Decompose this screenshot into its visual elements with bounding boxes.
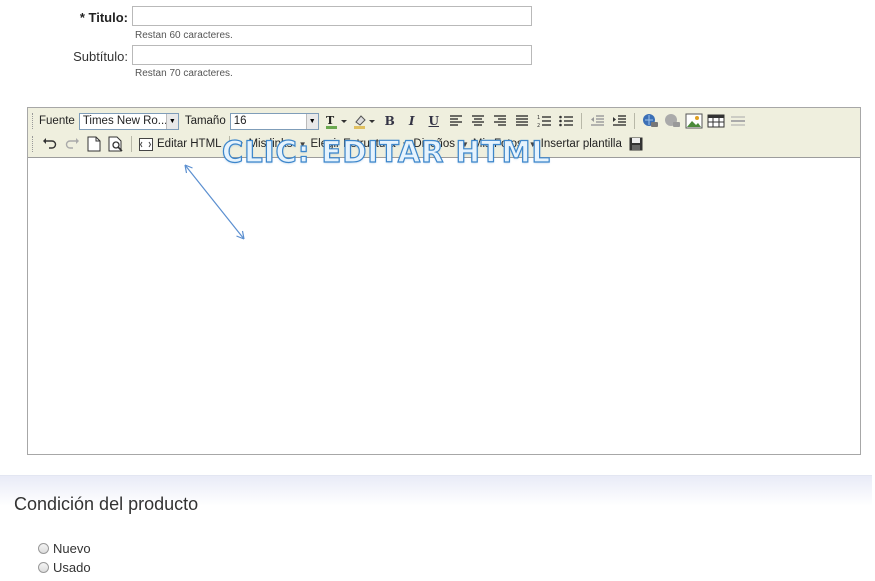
toolbar-separator bbox=[633, 113, 635, 129]
radio-new[interactable] bbox=[38, 543, 49, 554]
indent-icon[interactable] bbox=[610, 112, 628, 130]
chevron-down-icon[interactable]: ▼ bbox=[305, 113, 318, 129]
table-icon[interactable] bbox=[707, 112, 725, 130]
font-select[interactable]: Times New Ro... ▼ bbox=[78, 112, 179, 130]
horizontal-rule-icon[interactable] bbox=[729, 112, 747, 130]
radio-new-label: Nuevo bbox=[53, 541, 91, 556]
subtitle-input[interactable] bbox=[132, 45, 532, 65]
annotation-arrow bbox=[184, 164, 245, 240]
toolbar-grip[interactable] bbox=[32, 113, 35, 129]
svg-text:2: 2 bbox=[537, 123, 540, 128]
radio-used-label: Usado bbox=[53, 560, 91, 575]
radio-used[interactable] bbox=[38, 562, 49, 573]
outdent-icon[interactable] bbox=[588, 112, 606, 130]
toolbar-separator bbox=[131, 136, 132, 152]
undo-icon[interactable] bbox=[41, 135, 59, 153]
size-select[interactable]: 16 ▼ bbox=[229, 112, 319, 130]
redo-icon[interactable] bbox=[63, 135, 81, 153]
title-char-count: Restan 60 caracteres. bbox=[135, 30, 233, 41]
highlight-color-icon[interactable] bbox=[353, 112, 377, 130]
chevron-down-icon[interactable]: ▼ bbox=[165, 113, 178, 129]
svg-text:T: T bbox=[326, 114, 335, 127]
text-color-icon[interactable]: T bbox=[325, 112, 349, 130]
edit-html-label: Editar HTML bbox=[157, 138, 222, 150]
align-center-icon[interactable] bbox=[469, 112, 487, 130]
title-input[interactable] bbox=[132, 6, 532, 26]
size-label: Tamaño bbox=[184, 115, 226, 127]
toolbar-grip[interactable] bbox=[32, 136, 35, 152]
editor-content-area[interactable] bbox=[28, 158, 860, 454]
link-icon[interactable] bbox=[641, 112, 659, 130]
align-left-icon[interactable] bbox=[447, 112, 465, 130]
italic-button[interactable]: I bbox=[403, 112, 421, 130]
svg-text:1: 1 bbox=[537, 115, 540, 121]
edit-html-button[interactable]: Editar HTML bbox=[139, 135, 222, 153]
bold-button[interactable]: B bbox=[381, 112, 399, 130]
font-label: Fuente bbox=[39, 115, 75, 127]
condition-heading: Condición del producto bbox=[14, 494, 199, 514]
new-document-icon[interactable] bbox=[85, 135, 103, 153]
subtitle-label: Subtítulo: bbox=[73, 49, 128, 64]
image-icon[interactable] bbox=[685, 112, 703, 130]
justify-icon[interactable] bbox=[513, 112, 531, 130]
unordered-list-icon[interactable] bbox=[557, 112, 575, 130]
toolbar-row-format: Fuente Times New Ro... ▼ Tamaño 16 ▼ T B… bbox=[28, 110, 749, 132]
save-icon[interactable] bbox=[627, 135, 645, 153]
toolbar-separator bbox=[580, 113, 582, 129]
preview-icon[interactable] bbox=[107, 135, 125, 153]
align-right-icon[interactable] bbox=[491, 112, 509, 130]
condition-option-new[interactable]: Nuevo bbox=[38, 541, 91, 556]
font-select-value: Times New Ro... bbox=[82, 115, 166, 127]
annotation-callout: CLIC: EDITAR HTML bbox=[221, 134, 551, 169]
insert-template-label: Insertar plantilla bbox=[540, 138, 622, 150]
condition-option-used[interactable]: Usado bbox=[38, 560, 91, 575]
unlink-icon[interactable] bbox=[663, 112, 681, 130]
subtitle-char-count: Restan 70 caracteres. bbox=[135, 68, 233, 79]
size-select-value: 16 bbox=[233, 115, 247, 127]
title-label: * Titulo: bbox=[79, 10, 128, 25]
html-source-icon bbox=[139, 137, 153, 151]
underline-button[interactable]: U bbox=[425, 112, 443, 130]
ordered-list-icon[interactable]: 12 bbox=[535, 112, 553, 130]
